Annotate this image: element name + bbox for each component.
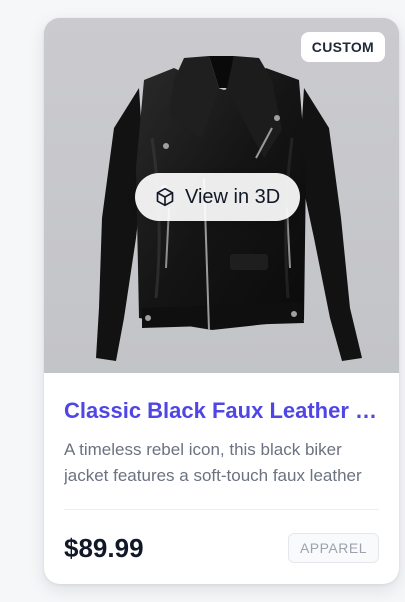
card-footer: $89.99 APPAREL bbox=[64, 510, 379, 584]
card-body: Classic Black Faux Leather Biker Jacket … bbox=[44, 373, 399, 584]
view-in-3d-button[interactable]: View in 3D bbox=[135, 173, 301, 221]
product-title[interactable]: Classic Black Faux Leather Biker Jacket bbox=[64, 397, 379, 425]
product-card[interactable]: CUSTOM View in 3D Classic Black Faux Lea… bbox=[44, 18, 399, 584]
cube-icon bbox=[156, 187, 174, 207]
product-description: A timeless rebel icon, this black biker … bbox=[64, 440, 362, 485]
custom-badge: CUSTOM bbox=[300, 32, 385, 62]
view-in-3d-label: View in 3D bbox=[185, 185, 281, 208]
product-image[interactable]: CUSTOM View in 3D bbox=[44, 18, 399, 373]
product-price: $89.99 bbox=[64, 532, 144, 563]
category-tag: APPAREL bbox=[287, 533, 379, 563]
